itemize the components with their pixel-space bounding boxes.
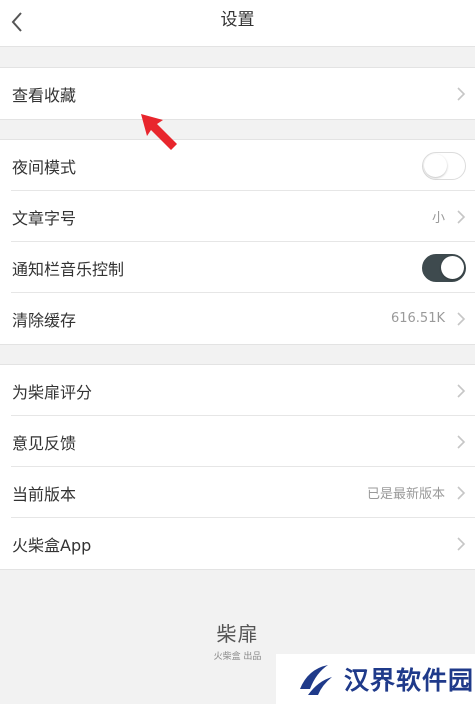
row-label: 夜间模式 bbox=[12, 157, 77, 177]
row-label: 当前版本 bbox=[12, 484, 77, 504]
chevron-right-icon bbox=[457, 86, 466, 101]
row-matchbox-app[interactable]: 火柴盒App bbox=[0, 517, 475, 569]
row-notification-music: 通知栏音乐控制 bbox=[0, 241, 475, 293]
brand-name: 柴扉 bbox=[216, 622, 259, 646]
font-size-value: 小 bbox=[431, 211, 445, 226]
chevron-right-icon bbox=[457, 485, 466, 500]
row-rate-app[interactable]: 为柴扉评分 bbox=[0, 365, 475, 416]
row-clear-cache[interactable]: 清除缓存 616.51K bbox=[0, 292, 475, 344]
cache-size-value: 616.51K bbox=[390, 311, 445, 326]
favorites-group: 查看收藏 bbox=[0, 67, 475, 120]
row-view-favorites[interactable]: 查看收藏 bbox=[0, 68, 475, 119]
row-current-version[interactable]: 当前版本 已是最新版本 bbox=[0, 466, 475, 518]
notification-music-toggle[interactable] bbox=[422, 253, 466, 282]
row-label: 通知栏音乐控制 bbox=[12, 259, 125, 279]
about-group: 为柴扉评分 意见反馈 当前版本 已是最新版本 火柴盒App bbox=[0, 364, 475, 570]
row-label: 火柴盒App bbox=[12, 535, 92, 555]
row-font-size[interactable]: 文章字号 小 bbox=[0, 190, 475, 242]
row-feedback[interactable]: 意见反馈 bbox=[0, 415, 475, 467]
page-title: 设置 bbox=[220, 10, 255, 30]
chevron-right-icon bbox=[457, 209, 466, 224]
row-label: 查看收藏 bbox=[12, 85, 77, 105]
toggle-knob bbox=[441, 255, 464, 279]
night-mode-toggle[interactable] bbox=[422, 151, 466, 180]
chevron-right-icon bbox=[457, 383, 466, 398]
chevron-right-icon bbox=[457, 434, 466, 449]
row-label: 文章字号 bbox=[12, 208, 77, 228]
version-status-value: 已是最新版本 bbox=[366, 487, 445, 502]
row-label: 为柴扉评分 bbox=[12, 382, 93, 402]
row-night-mode: 夜间模式 bbox=[0, 140, 475, 191]
chevron-right-icon bbox=[457, 311, 466, 326]
display-settings-group: 夜间模式 文章字号 小 通知栏音乐控制 清除缓存 616.51K bbox=[0, 139, 475, 345]
top-bar: 设置 bbox=[0, 0, 475, 47]
watermark-logo-icon bbox=[300, 665, 332, 695]
chevron-right-icon bbox=[457, 536, 466, 551]
row-label: 清除缓存 bbox=[12, 310, 77, 330]
watermark-text: 汉界软件园 bbox=[344, 666, 475, 695]
row-label: 意见反馈 bbox=[12, 433, 77, 453]
watermark: 汉界软件园 bbox=[276, 654, 475, 704]
toggle-knob bbox=[424, 153, 447, 177]
